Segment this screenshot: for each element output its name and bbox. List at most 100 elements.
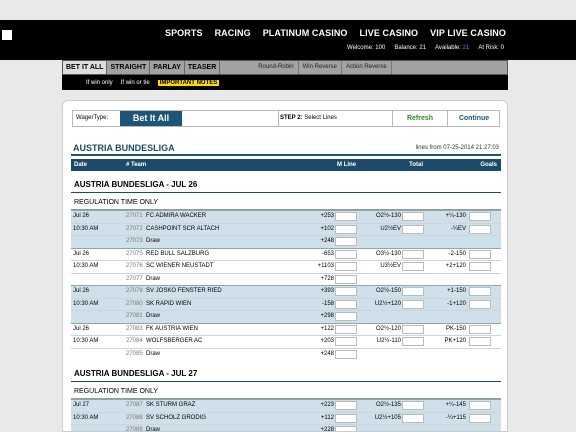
bet-type-tabs: BET IT ALL STRAIGHT PARLAY TEASER Round-… <box>62 60 508 75</box>
nav-racing[interactable]: RACING <box>215 28 251 38</box>
moneyline-input[interactable] <box>335 287 357 296</box>
moneyline-input[interactable] <box>335 262 357 271</box>
goals-input[interactable] <box>469 262 491 271</box>
game-date: 10:30 AM <box>73 263 99 269</box>
goals-input[interactable] <box>469 287 491 296</box>
moneyline-input[interactable] <box>335 299 357 309</box>
continue-button[interactable]: Continue <box>447 111 500 126</box>
team-name: SK STURM GRAZ <box>146 402 196 408</box>
team-name: Draw <box>146 238 161 244</box>
total-odds: O2½-135 <box>375 402 401 408</box>
game-date: Jul 26 <box>73 288 90 294</box>
moneyline-input[interactable] <box>335 237 357 246</box>
moneyline-input[interactable] <box>335 212 357 221</box>
rotation-number: 27071 <box>126 213 143 219</box>
total-input[interactable] <box>402 224 424 234</box>
top-header-bar <box>0 20 576 60</box>
league-title: AUSTRIA BUNDESLIGA <box>73 143 175 153</box>
total-input[interactable] <box>402 401 424 410</box>
moneyline-odds: +102 <box>320 225 334 232</box>
team-name: Draw <box>146 427 161 432</box>
moneyline-input[interactable] <box>335 349 357 359</box>
tab-action-reverse[interactable]: Action Reverse <box>342 61 392 74</box>
nav-platinum-casino[interactable]: PLATINUM CASINO <box>263 28 348 38</box>
moneyline-odds: +728 <box>320 275 334 282</box>
total-odds: U2½+120 <box>374 300 401 307</box>
wager-type-selector[interactable]: Bet It All <box>120 111 182 126</box>
total-input[interactable] <box>402 262 424 271</box>
total-odds: O2½-120 <box>375 325 401 332</box>
goals-input[interactable] <box>469 413 491 423</box>
moneyline-input[interactable] <box>335 426 357 431</box>
nav-sports[interactable]: SPORTS <box>165 28 203 38</box>
moneyline-odds: +122 <box>320 325 334 332</box>
important-notes-link[interactable]: IMPORTANT NOTES <box>157 79 220 86</box>
rotation-number: 27081 <box>126 313 143 319</box>
moneyline-input[interactable] <box>335 224 357 234</box>
total-input[interactable] <box>402 249 424 259</box>
moneyline-odds: +223 <box>320 402 334 408</box>
period-heading: REGULATION TIME ONLY <box>71 196 501 210</box>
moneyline-input[interactable] <box>335 401 357 410</box>
tab-round-robin[interactable]: Round-Robin <box>254 61 299 74</box>
table-row: Jul 27 27087 SK STURM GRAZ +223 O2½-135 +¼-14… <box>71 399 501 412</box>
col-moneyline: M Line <box>337 162 356 168</box>
refresh-button[interactable]: Refresh <box>392 111 447 126</box>
team-name: Draw <box>146 275 161 282</box>
goals-odds: PK+120 <box>444 338 466 344</box>
moneyline-input[interactable] <box>335 324 357 334</box>
moneyline-input[interactable] <box>335 312 357 321</box>
moneyline-input[interactable] <box>335 413 357 423</box>
moneyline-input[interactable] <box>335 249 357 259</box>
tab-teaser[interactable]: TEASER <box>185 61 221 74</box>
total-input[interactable] <box>402 413 424 423</box>
tab-parlay[interactable]: PARLAY <box>150 61 185 74</box>
account-summary: Welcome: 100 Balance: 21 Available: 21 A… <box>347 45 504 51</box>
moneyline-input[interactable] <box>335 274 357 284</box>
game-date: 10:30 AM <box>73 225 99 232</box>
goals-odds: -1+120 <box>447 300 466 307</box>
nav-live-casino[interactable]: LIVE CASINO <box>360 28 419 38</box>
welcome-value: 100 <box>375 45 386 51</box>
goals-input[interactable] <box>469 401 491 410</box>
tab-straight[interactable]: STRAIGHT <box>107 61 151 74</box>
total-input[interactable] <box>402 287 424 296</box>
team-name: SK RAPID WIEN <box>146 300 192 307</box>
available-info: Available: 21 <box>435 45 470 51</box>
moneyline-odds: +228 <box>320 427 334 432</box>
rotation-number: 27076 <box>126 263 143 269</box>
option-if-win-or-tie[interactable]: If win or tie <box>121 80 150 86</box>
goals-input[interactable] <box>469 324 491 334</box>
table-row: Jul 26 27075 RED BULL SALZBURG -653 O3½-130 -… <box>71 247 501 261</box>
total-input[interactable] <box>402 324 424 334</box>
goals-input[interactable] <box>469 212 491 221</box>
balance-value: 21 <box>419 45 427 51</box>
rotation-number: 27089 <box>126 427 143 432</box>
rotation-number: 27087 <box>126 402 143 408</box>
balance-info: Balance: 21 <box>394 45 427 51</box>
goals-odds: PK-150 <box>445 325 466 332</box>
total-input[interactable] <box>402 212 424 221</box>
tab-bet-it-all[interactable]: BET IT ALL <box>63 61 108 74</box>
goals-input[interactable] <box>469 249 491 259</box>
wager-toolbar: WagerType: Bet It All STEP 2: Select Lin… <box>72 110 500 127</box>
moneyline-input[interactable] <box>335 337 357 346</box>
goals-input[interactable] <box>469 337 491 346</box>
nav-vip-live-casino[interactable]: VIP LIVE CASINO <box>430 28 506 38</box>
option-if-win-only[interactable]: If win only <box>86 80 113 86</box>
moneyline-odds: +203 <box>320 338 334 344</box>
goals-odds: +¼-145 <box>445 402 466 408</box>
table-row: 10:30 AM 27076 SC WIENER NEUSTADT +1103 U3½E… <box>71 260 501 273</box>
goals-odds: +1-150 <box>447 288 466 294</box>
total-input[interactable] <box>402 337 424 346</box>
rotation-number: 27079 <box>126 288 143 294</box>
tab-win-reverse[interactable]: Win Reverse <box>299 61 342 74</box>
total-odds: U2½EV <box>380 225 401 232</box>
team-name: SV SCHOLZ GRODIG <box>146 414 207 421</box>
rotation-number: 27083 <box>126 325 143 332</box>
goals-input[interactable] <box>469 224 491 234</box>
goals-input[interactable] <box>469 299 491 309</box>
total-odds: O2½-150 <box>375 288 401 294</box>
total-input[interactable] <box>402 299 424 309</box>
game-date: 10:30 AM <box>73 300 99 307</box>
